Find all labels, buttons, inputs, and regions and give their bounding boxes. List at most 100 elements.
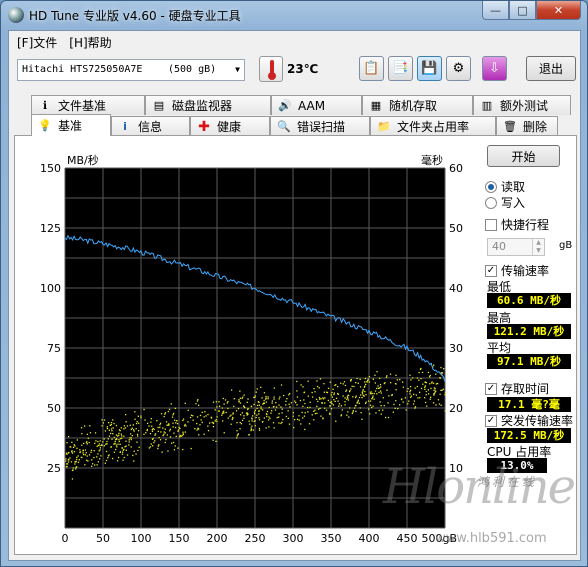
- access-time-point: [137, 449, 139, 452]
- tab-aam[interactable]: 🔊 AAM: [271, 95, 362, 115]
- tab-random-access[interactable]: ▦ 随机存取: [362, 95, 473, 115]
- burst-rate-check[interactable]: ✓: [485, 414, 497, 427]
- access-time-point: [204, 411, 206, 413]
- access-time-point: [207, 425, 209, 427]
- access-time-point: [364, 381, 366, 383]
- access-time-point: [322, 398, 325, 400]
- drive-select[interactable]: Hitachi HTS725050A7E (500 gB) ▼: [17, 59, 245, 81]
- tab-health[interactable]: ✚ 健康: [190, 116, 270, 136]
- access-time-point: [169, 430, 171, 432]
- tab-disk-monitor[interactable]: ▤ 磁盘监视器: [145, 95, 271, 115]
- tab-erase[interactable]: 🗑 删除: [496, 116, 558, 136]
- save-icon: 💾: [421, 61, 438, 76]
- access-time-point: [87, 437, 89, 439]
- access-time-point: [295, 402, 297, 404]
- menu-file[interactable]: [F]文件: [17, 34, 57, 51]
- spinner-arrows-icon[interactable]: ▲ ▼: [532, 239, 544, 255]
- access-time-point: [296, 390, 298, 392]
- access-time-point: [212, 401, 215, 403]
- access-time-point: [292, 412, 294, 414]
- access-time-point: [203, 433, 205, 435]
- burst-rate-checkbox[interactable]: ✓ 突发传输速率: [485, 412, 573, 429]
- exit-button[interactable]: 退出: [526, 56, 576, 81]
- access-time-point: [70, 461, 73, 463]
- copy-screenshot-button[interactable]: 📑: [388, 56, 413, 81]
- tab-extra-tests[interactable]: ▥ 额外测试: [473, 95, 571, 115]
- tab-info[interactable]: i 信息: [111, 116, 190, 136]
- access-time-point: [89, 432, 92, 434]
- options-button[interactable]: ⚙: [446, 56, 471, 81]
- save-button[interactable]: 💾: [417, 56, 442, 81]
- title-bar[interactable]: HD Tune 专业版 v4.60 - 硬盘专业工具 — □ ✕: [1, 1, 587, 29]
- access-time-point: [120, 433, 122, 435]
- access-time-point: [209, 422, 211, 424]
- access-time-point: [231, 418, 233, 421]
- transfer-rate-check[interactable]: ✓: [485, 264, 497, 277]
- access-time-point: [137, 415, 139, 417]
- quick-stroke-check[interactable]: [485, 218, 497, 231]
- access-time-point: [431, 381, 433, 383]
- access-time-point: [135, 422, 138, 425]
- trash-icon: 🗑: [503, 120, 517, 133]
- quick-stroke-spinner[interactable]: 40 ▲ ▼: [487, 238, 545, 256]
- start-button[interactable]: 开始: [487, 145, 560, 167]
- tab-folder-usage[interactable]: 📁 文件夹占用率: [370, 116, 496, 136]
- access-time-point: [444, 394, 446, 396]
- menu-help[interactable]: [H]帮助: [69, 34, 111, 51]
- access-time-point: [296, 380, 298, 383]
- burst-rate-label: 突发传输速率: [501, 414, 574, 428]
- access-time-point: [278, 398, 280, 400]
- access-time-point: [176, 423, 179, 425]
- access-time-point: [88, 441, 90, 444]
- access-time-point: [251, 417, 253, 419]
- access-time-point: [429, 374, 431, 377]
- access-time-point: [382, 409, 384, 411]
- access-time-point: [258, 417, 260, 419]
- access-time-point: [105, 450, 108, 453]
- access-time-point: [361, 418, 363, 420]
- options-icon: ⚙: [452, 61, 465, 76]
- access-time-point: [413, 400, 415, 402]
- access-time-point: [319, 407, 321, 409]
- access-time-point: [156, 420, 158, 422]
- access-time-point: [249, 423, 251, 425]
- download-button[interactable]: ⇩: [482, 56, 507, 81]
- access-time-point: [395, 389, 397, 391]
- y-left-tick-label: 50: [47, 402, 61, 415]
- read-radio[interactable]: 读取: [485, 178, 525, 195]
- access-time-point: [181, 435, 183, 437]
- access-time-point: [218, 401, 220, 403]
- access-time-point: [385, 416, 387, 419]
- minimize-button[interactable]: —: [482, 1, 509, 20]
- access-time-point: [115, 424, 118, 427]
- access-time-point: [196, 400, 199, 402]
- read-radio-dot[interactable]: [485, 180, 497, 193]
- access-time-point: [157, 430, 159, 432]
- write-radio[interactable]: 写入: [485, 194, 525, 211]
- access-time-point: [118, 440, 120, 443]
- access-time-point: [309, 401, 311, 403]
- access-time-point: [157, 445, 159, 447]
- tab-benchmark[interactable]: 💡 基准: [31, 114, 111, 136]
- access-time-check[interactable]: ✓: [485, 382, 497, 395]
- maximize-button[interactable]: □: [509, 1, 536, 20]
- transfer-rate-checkbox[interactable]: ✓ 传输速率: [485, 262, 549, 279]
- tab-file-benchmark[interactable]: ℹ 文件基准: [31, 95, 145, 115]
- write-radio-dot[interactable]: [485, 196, 497, 209]
- monitor-icon: ▤: [153, 99, 165, 112]
- access-time-point: [273, 427, 275, 429]
- quick-stroke-checkbox[interactable]: 快捷行程: [485, 216, 549, 233]
- access-time-point: [153, 441, 155, 444]
- access-time-point: [216, 416, 218, 418]
- access-time-point: [236, 435, 238, 437]
- close-button[interactable]: ✕: [536, 1, 581, 20]
- access-time-point: [394, 383, 397, 385]
- access-time-point: [143, 408, 145, 411]
- copy-text-button[interactable]: 📋: [359, 56, 384, 81]
- access-time-point: [409, 391, 411, 393]
- y-right-tick-label: 40: [449, 282, 463, 295]
- tab-error-scan[interactable]: 🔍 错误扫描: [270, 116, 370, 136]
- access-time-point: [69, 457, 71, 459]
- access-time-point: [409, 396, 412, 398]
- access-time-checkbox[interactable]: ✓ 存取时间: [485, 380, 549, 397]
